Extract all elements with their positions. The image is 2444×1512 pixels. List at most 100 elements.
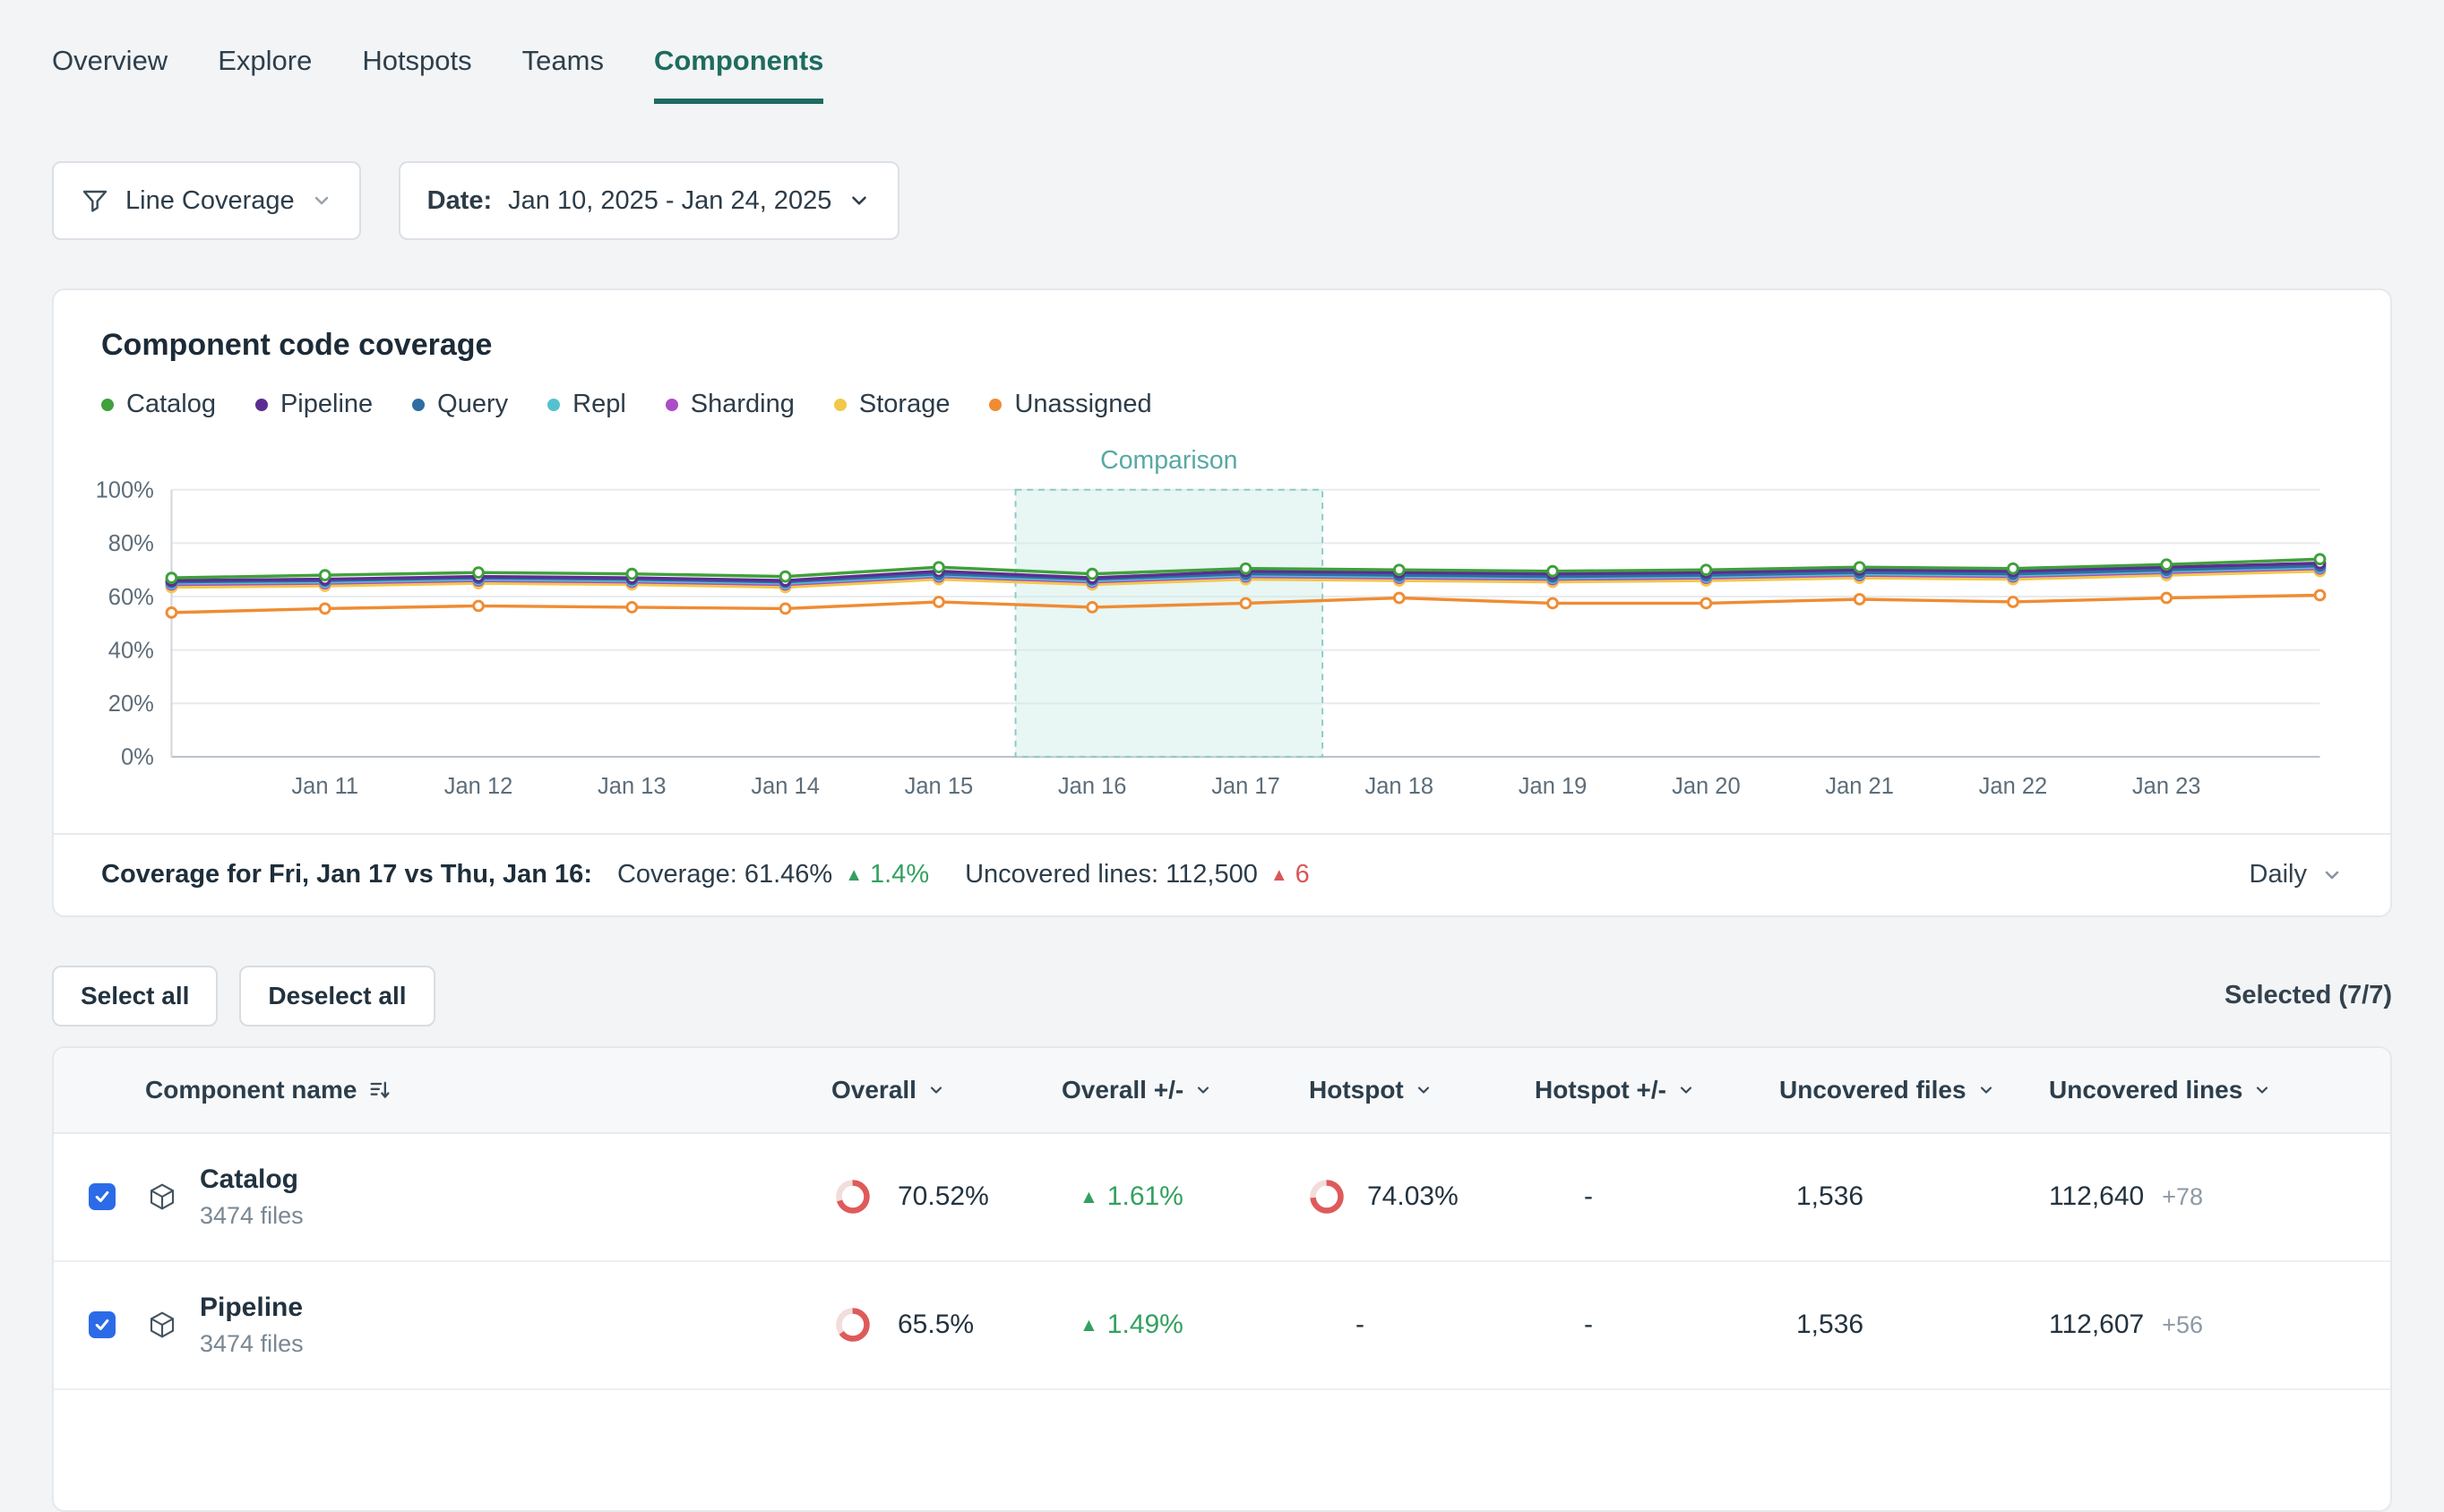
table-row: Catalog 3474 files 70.52% ▲ 1.61% <box>54 1134 2390 1262</box>
selected-count: Selected (7/7) <box>2225 981 2392 1010</box>
header-label: Overall <box>831 1076 916 1104</box>
hotspot-delta-value: - <box>1535 1181 1779 1212</box>
hotspot-donut <box>1309 1179 1345 1215</box>
svg-text:40%: 40% <box>108 638 154 663</box>
header-hotspot-delta[interactable]: Hotspot +/- <box>1535 1076 1779 1104</box>
x-axis-labels: Jan 11Jan 12Jan 13Jan 14Jan 15Jan 16Jan … <box>291 774 2200 799</box>
legend-dot <box>989 399 1002 411</box>
component-name[interactable]: Pipeline <box>200 1293 304 1323</box>
data-point <box>2162 560 2172 570</box>
header-uncovered-lines[interactable]: Uncovered lines <box>2049 1076 2390 1104</box>
svg-text:Jan 11: Jan 11 <box>291 774 358 799</box>
legend-label: Repl <box>572 390 626 419</box>
row-checkbox[interactable] <box>89 1311 116 1338</box>
chevron-down-icon <box>848 189 871 212</box>
chart-legend: Catalog Pipeline Query Repl Sharding Storage U… <box>54 390 2390 419</box>
date-value: Jan 10, 2025 - Jan 24, 2025 <box>508 186 831 216</box>
svg-text:60%: 60% <box>108 585 154 610</box>
up-triangle-icon: ▲ <box>845 866 863 884</box>
svg-text:Jan 21: Jan 21 <box>1825 774 1894 799</box>
data-point <box>780 571 790 581</box>
up-triangle-icon: ▲ <box>1080 1188 1098 1207</box>
coverage-donut <box>835 1179 871 1215</box>
funnel-icon <box>81 186 109 215</box>
hotspot-value: - <box>1309 1310 1535 1340</box>
tab-teams[interactable]: Teams <box>522 45 604 104</box>
tab-overview[interactable]: Overview <box>52 45 168 104</box>
uncovered-lines-value: 112,640 <box>2049 1181 2144 1212</box>
tab-components[interactable]: Components <box>654 45 823 104</box>
data-point <box>2009 563 2018 573</box>
hotspot-delta-value: - <box>1535 1310 1779 1340</box>
data-point <box>474 601 484 611</box>
component-files: 3474 files <box>200 1202 304 1230</box>
svg-text:Jan 13: Jan 13 <box>598 774 667 799</box>
row-checkbox[interactable] <box>89 1183 116 1210</box>
interval-value: Daily <box>2250 860 2307 889</box>
table-row: Pipeline 3474 files 65.5% ▲ 1.49% - - 1,… <box>54 1262 2390 1390</box>
legend-item-catalog[interactable]: Catalog <box>101 390 216 419</box>
coverage-type-filter[interactable]: Line Coverage <box>52 161 361 240</box>
chevron-down-icon <box>1977 1081 1995 1099</box>
data-point <box>1548 598 1558 608</box>
summary-uncovered: Uncovered lines: 112,500 <box>965 860 1258 889</box>
overall-value: 65.5% <box>898 1310 974 1340</box>
svg-text:Jan 19: Jan 19 <box>1519 774 1588 799</box>
data-point <box>1855 563 1864 572</box>
chevron-down-icon <box>927 1081 945 1099</box>
legend-item-unassigned[interactable]: Unassigned <box>989 390 1151 419</box>
data-point <box>320 571 330 580</box>
data-point <box>934 597 944 607</box>
data-point <box>320 604 330 614</box>
header-overall-delta[interactable]: Overall +/- <box>1062 1076 1309 1104</box>
chevron-down-icon <box>1415 1081 1433 1099</box>
legend-label: Query <box>437 390 508 419</box>
chevron-down-icon <box>2253 1081 2271 1099</box>
data-point <box>1088 569 1097 579</box>
svg-text:20%: 20% <box>108 692 154 717</box>
legend-item-storage[interactable]: Storage <box>834 390 951 419</box>
header-overall[interactable]: Overall <box>831 1076 1062 1104</box>
chart-title: Component code coverage <box>54 328 2390 363</box>
data-point <box>780 604 790 614</box>
legend-dot <box>666 399 678 411</box>
data-point <box>1855 595 1864 605</box>
tab-hotspots[interactable]: Hotspots <box>362 45 471 104</box>
data-point <box>1394 593 1404 603</box>
sort-desc-icon <box>367 1078 392 1103</box>
component-name[interactable]: Catalog <box>200 1164 304 1195</box>
header-hotspot[interactable]: Hotspot <box>1309 1076 1535 1104</box>
header-uncovered-files[interactable]: Uncovered files <box>1779 1076 2049 1104</box>
data-point <box>474 568 484 578</box>
date-range-filter[interactable]: Date: Jan 10, 2025 - Jan 24, 2025 <box>399 161 900 240</box>
uncovered-lines-value: 112,607 <box>2049 1310 2144 1340</box>
tab-explore[interactable]: Explore <box>218 45 312 104</box>
interval-dropdown[interactable]: Daily <box>2250 860 2343 889</box>
legend-item-sharding[interactable]: Sharding <box>666 390 795 419</box>
legend-label: Storage <box>859 390 951 419</box>
summary-uncovered-delta: 6 <box>1295 860 1310 889</box>
data-point <box>1701 598 1711 608</box>
coverage-donut <box>835 1307 871 1343</box>
header-component-name[interactable]: Component name <box>145 1076 831 1104</box>
hotspot-value: 74.03% <box>1367 1181 1459 1212</box>
legend-item-pipeline[interactable]: Pipeline <box>255 390 373 419</box>
uncovered-files-value: 1,536 <box>1779 1310 2049 1340</box>
svg-text:Jan 12: Jan 12 <box>444 774 513 799</box>
deselect-all-button[interactable]: Deselect all <box>239 966 435 1027</box>
data-point <box>1088 603 1097 613</box>
select-all-button[interactable]: Select all <box>52 966 218 1027</box>
legend-item-query[interactable]: Query <box>412 390 508 419</box>
legend-item-repl[interactable]: Repl <box>547 390 626 419</box>
data-point <box>1241 563 1251 573</box>
summary-coverage: Coverage: 61.46% <box>617 860 832 889</box>
legend-dot <box>547 399 560 411</box>
overall-delta-value: 1.49% <box>1107 1310 1183 1340</box>
legend-label: Unassigned <box>1014 390 1151 419</box>
package-icon <box>148 1310 176 1339</box>
chevron-down-icon <box>1677 1081 1695 1099</box>
data-point <box>2009 597 2018 607</box>
chart-summary-bar: Coverage for Fri, Jan 17 vs Thu, Jan 16:… <box>54 833 2390 915</box>
legend-dot <box>255 399 268 411</box>
filter-row: Line Coverage Date: Jan 10, 2025 - Jan 2… <box>52 161 2392 240</box>
